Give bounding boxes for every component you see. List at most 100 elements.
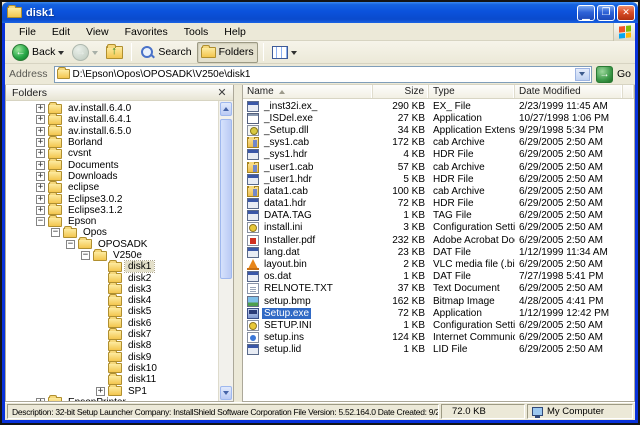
close-folders-panel-icon[interactable]: ✕ xyxy=(215,87,229,99)
tree-item-av.install.6.5.0[interactable]: +av.install.6.5.0 xyxy=(6,126,218,137)
minimize-button[interactable]: ▁ xyxy=(577,5,595,21)
column-header-type[interactable]: Type xyxy=(429,85,515,98)
expand-plus-icon[interactable]: + xyxy=(96,387,105,396)
close-button[interactable]: ✕ xyxy=(617,5,635,21)
file-name-cell[interactable]: _user1.cab xyxy=(243,162,373,173)
views-button[interactable] xyxy=(269,42,300,63)
expand-plus-icon[interactable]: + xyxy=(36,115,45,124)
title-bar[interactable]: disk1 ▁ ❐ ✕ xyxy=(2,2,638,23)
file-name-cell[interactable]: RELNOTE.TXT xyxy=(243,283,373,294)
file-row[interactable]: setup.bmp162 KBBitmap Image4/28/2005 4:4… xyxy=(243,295,634,307)
panel-divider[interactable] xyxy=(234,85,242,402)
collapse-minus-icon[interactable]: − xyxy=(81,251,90,260)
folders-button[interactable]: Folders xyxy=(197,42,258,63)
menu-item-edit[interactable]: Edit xyxy=(44,24,78,40)
expand-plus-icon[interactable]: + xyxy=(36,183,45,192)
file-name-cell[interactable]: data1.cab xyxy=(243,186,373,197)
file-name-cell[interactable]: _sys1.hdr xyxy=(243,149,373,160)
scrollbar-thumb[interactable] xyxy=(220,119,232,279)
collapse-minus-icon[interactable]: − xyxy=(51,228,60,237)
tree-item-documents[interactable]: +Documents xyxy=(6,159,218,170)
expand-plus-icon[interactable]: + xyxy=(36,398,45,401)
go-button[interactable]: → xyxy=(596,66,613,83)
file-row[interactable]: install.ini3 KBConfiguration Settings6/2… xyxy=(243,222,634,234)
file-name-cell[interactable]: setup.ins xyxy=(243,332,373,343)
file-row[interactable]: os.dat1 KBDAT File7/27/1998 5:41 PM xyxy=(243,271,634,283)
tree-item-sp1[interactable]: +SP1 xyxy=(6,385,218,396)
tree-item-eclipse[interactable]: +eclipse xyxy=(6,182,218,193)
file-name-cell[interactable]: setup.lid xyxy=(243,344,373,355)
tree-item-downloads[interactable]: +Downloads xyxy=(6,171,218,182)
menu-item-view[interactable]: View xyxy=(78,24,117,40)
file-row[interactable]: _sys1.cab172 KBcab Archive6/29/2005 2:50… xyxy=(243,137,634,149)
column-header-size[interactable]: Size xyxy=(373,85,429,98)
address-dropdown-button[interactable] xyxy=(575,68,590,81)
tree-item-oposadk[interactable]: −OPOSADK xyxy=(6,239,218,250)
back-dropdown-icon[interactable] xyxy=(58,51,64,58)
file-row[interactable]: _user1.cab57 KBcab Archive6/29/2005 2:50… xyxy=(243,161,634,173)
file-name-cell[interactable]: SETUP.INI xyxy=(243,320,373,331)
file-row[interactable]: RELNOTE.TXT37 KBText Document6/29/2005 2… xyxy=(243,283,634,295)
expand-plus-icon[interactable]: + xyxy=(36,206,45,215)
tree-item-av.install.6.4.1[interactable]: +av.install.6.4.1 xyxy=(6,114,218,125)
file-row[interactable]: setup.ins124 KBInternet Communic...6/29/… xyxy=(243,332,634,344)
tree-item-eclipse3.1.2[interactable]: +Eclipse3.1.2 xyxy=(6,205,218,216)
file-name-cell[interactable]: install.ini xyxy=(243,222,373,233)
back-button[interactable]: ← Back xyxy=(9,42,67,63)
file-row[interactable]: layout.bin2 KBVLC media file (.bin)6/29/… xyxy=(243,258,634,270)
menu-item-tools[interactable]: Tools xyxy=(176,24,217,40)
collapse-minus-icon[interactable]: − xyxy=(36,217,45,226)
file-name-cell[interactable]: _ISDel.exe xyxy=(243,113,373,124)
file-name-cell[interactable]: _inst32i.ex_ xyxy=(243,101,373,112)
file-name-cell[interactable]: _user1.hdr xyxy=(243,174,373,185)
file-name-cell[interactable]: _Setup.dll xyxy=(243,125,373,136)
scroll-up-button[interactable] xyxy=(220,102,232,116)
maximize-button[interactable]: ❐ xyxy=(597,5,615,21)
file-name-cell[interactable]: Installer.pdf xyxy=(243,235,373,246)
up-button[interactable] xyxy=(103,42,126,63)
file-row[interactable]: data1.cab100 KBcab Archive6/29/2005 2:50… xyxy=(243,185,634,197)
tree-item-eclipse3.0.2[interactable]: +Eclipse3.0.2 xyxy=(6,193,218,204)
address-input[interactable]: D:\Epson\Opos\OPOSADK\V250e\disk1 xyxy=(54,66,592,83)
forward-button[interactable]: → xyxy=(69,42,101,63)
file-name-cell[interactable]: DATA.TAG xyxy=(243,210,373,221)
file-row[interactable]: _ISDel.exe27 KBApplication10/27/1998 1:0… xyxy=(243,112,634,124)
expand-plus-icon[interactable]: + xyxy=(36,104,45,113)
expand-plus-icon[interactable]: + xyxy=(36,161,45,170)
tree-item-cvsnt[interactable]: +cvsnt xyxy=(6,148,218,159)
menu-item-file[interactable]: File xyxy=(11,24,44,40)
file-name-cell[interactable]: layout.bin xyxy=(243,259,373,270)
tree-item-epsonprinter[interactable]: +EpsonPrinter xyxy=(6,397,218,401)
tree-scrollbar[interactable] xyxy=(218,101,233,401)
expand-plus-icon[interactable]: + xyxy=(36,149,45,158)
file-row[interactable]: setup.lid1 KBLID File6/29/2005 2:50 AM xyxy=(243,344,634,356)
file-name-cell[interactable]: data1.hdr xyxy=(243,198,373,209)
file-row[interactable]: _sys1.hdr4 KBHDR File6/29/2005 2:50 AM xyxy=(243,149,634,161)
file-row[interactable]: DATA.TAG1 KBTAG File6/29/2005 2:50 AM xyxy=(243,210,634,222)
expand-plus-icon[interactable]: + xyxy=(36,127,45,136)
expand-plus-icon[interactable]: + xyxy=(36,195,45,204)
search-button[interactable]: Search xyxy=(137,42,194,63)
menu-item-help[interactable]: Help xyxy=(216,24,254,40)
expand-plus-icon[interactable]: + xyxy=(36,172,45,181)
file-name-cell[interactable]: setup.bmp xyxy=(243,296,373,307)
file-name-cell[interactable]: os.dat xyxy=(243,271,373,282)
file-row[interactable]: Installer.pdf232 KBAdobe Acrobat Doc...6… xyxy=(243,234,634,246)
file-name-cell[interactable]: _sys1.cab xyxy=(243,137,373,148)
file-row[interactable]: _inst32i.ex_290 KBEX_ File2/23/1999 11:4… xyxy=(243,100,634,112)
tree-item-borland[interactable]: +Borland xyxy=(6,137,218,148)
tree-item-epson[interactable]: −Epson xyxy=(6,216,218,227)
collapse-minus-icon[interactable]: − xyxy=(66,240,75,249)
expand-plus-icon[interactable]: + xyxy=(36,138,45,147)
column-header-date-modified[interactable]: Date Modified xyxy=(515,85,623,98)
tree-item-av.install.6.4.0[interactable]: +av.install.6.4.0 xyxy=(6,103,218,114)
file-row[interactable]: _user1.hdr5 KBHDR File6/29/2005 2:50 AM xyxy=(243,173,634,185)
file-row[interactable]: lang.dat23 KBDAT File1/12/1999 11:34 AM xyxy=(243,246,634,258)
menu-item-favorites[interactable]: Favorites xyxy=(117,24,176,40)
tree-item-opos[interactable]: −Opos xyxy=(6,227,218,238)
file-row[interactable]: Setup.exe72 KBApplication1/12/1999 12:42… xyxy=(243,307,634,319)
file-name-cell[interactable]: lang.dat xyxy=(243,247,373,258)
file-row[interactable]: data1.hdr72 KBHDR File6/29/2005 2:50 AM xyxy=(243,198,634,210)
column-header-name[interactable]: Name xyxy=(243,85,373,98)
file-row[interactable]: _Setup.dll34 KBApplication Extension9/29… xyxy=(243,124,634,136)
